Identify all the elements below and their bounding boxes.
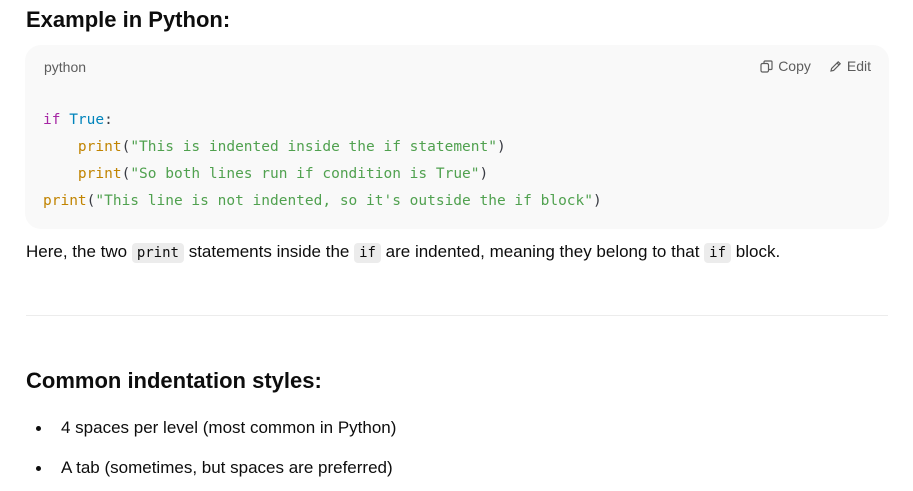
- code-content: if True: print("This is indented inside …: [43, 107, 602, 215]
- inline-code-print: print: [131, 243, 184, 263]
- edit-button[interactable]: Edit: [829, 58, 871, 74]
- bullet-dot: [36, 466, 41, 471]
- code-token: print: [77, 166, 122, 182]
- code-token: ): [593, 193, 602, 209]
- copy-label: Copy: [778, 58, 811, 74]
- bullet-dot: [36, 426, 41, 431]
- inline-code-if: if: [354, 243, 381, 263]
- section-heading-example: Example in Python:: [26, 7, 231, 32]
- code-token: print: [43, 193, 87, 209]
- list-item: 4 spaces per level (most common in Pytho…: [26, 408, 396, 448]
- explanation-paragraph: Here, the two print statements inside th…: [26, 242, 781, 263]
- edit-label: Edit: [846, 58, 871, 74]
- code-token: :: [104, 112, 113, 128]
- code-line: print("This is indented inside the if st…: [43, 134, 602, 161]
- code-token: print: [77, 139, 122, 155]
- code-token: if: [43, 112, 61, 128]
- paragraph-text: block.: [731, 242, 781, 261]
- code-line: if True:: [43, 107, 602, 134]
- section-heading-indentation-styles: Common indentation styles:: [26, 368, 322, 393]
- paragraph-text: Here, the two: [26, 242, 132, 261]
- code-token: True: [69, 112, 105, 128]
- code-token: ): [496, 139, 506, 155]
- code-token: (: [121, 139, 131, 155]
- code-line: print("So both lines run if condition is…: [43, 161, 602, 188]
- list-item-text: 4 spaces per level (most common in Pytho…: [61, 418, 397, 437]
- copy-button[interactable]: Copy: [760, 58, 811, 74]
- paragraph-text: statements inside the: [183, 242, 355, 261]
- paragraph-text: are indented, meaning they belong to tha…: [380, 242, 705, 261]
- code-actions: Copy Edit: [760, 58, 871, 74]
- code-block: python Copy Edit if True: print("This is…: [25, 45, 889, 229]
- code-token: (: [121, 166, 131, 182]
- edit-pencil-icon: [829, 60, 842, 73]
- code-token: "So both lines run if condition is True": [130, 166, 480, 182]
- inline-code-if: if: [704, 243, 732, 263]
- list-item: A tab (sometimes, but spaces are preferr…: [26, 448, 396, 488]
- code-token: "This is indented inside the if statemen…: [130, 139, 497, 155]
- code-token: "This line is not indented, so it's outs…: [95, 193, 593, 209]
- code-line: print("This line is not indented, so it'…: [43, 188, 602, 215]
- copy-icon: [760, 59, 773, 73]
- bullet-list: 4 spaces per level (most common in Pytho…: [26, 408, 396, 488]
- list-item-text: A tab (sometimes, but spaces are preferr…: [61, 458, 393, 477]
- code-language-label: python: [44, 59, 87, 75]
- code-token: ): [479, 166, 489, 182]
- horizontal-divider: [26, 315, 888, 316]
